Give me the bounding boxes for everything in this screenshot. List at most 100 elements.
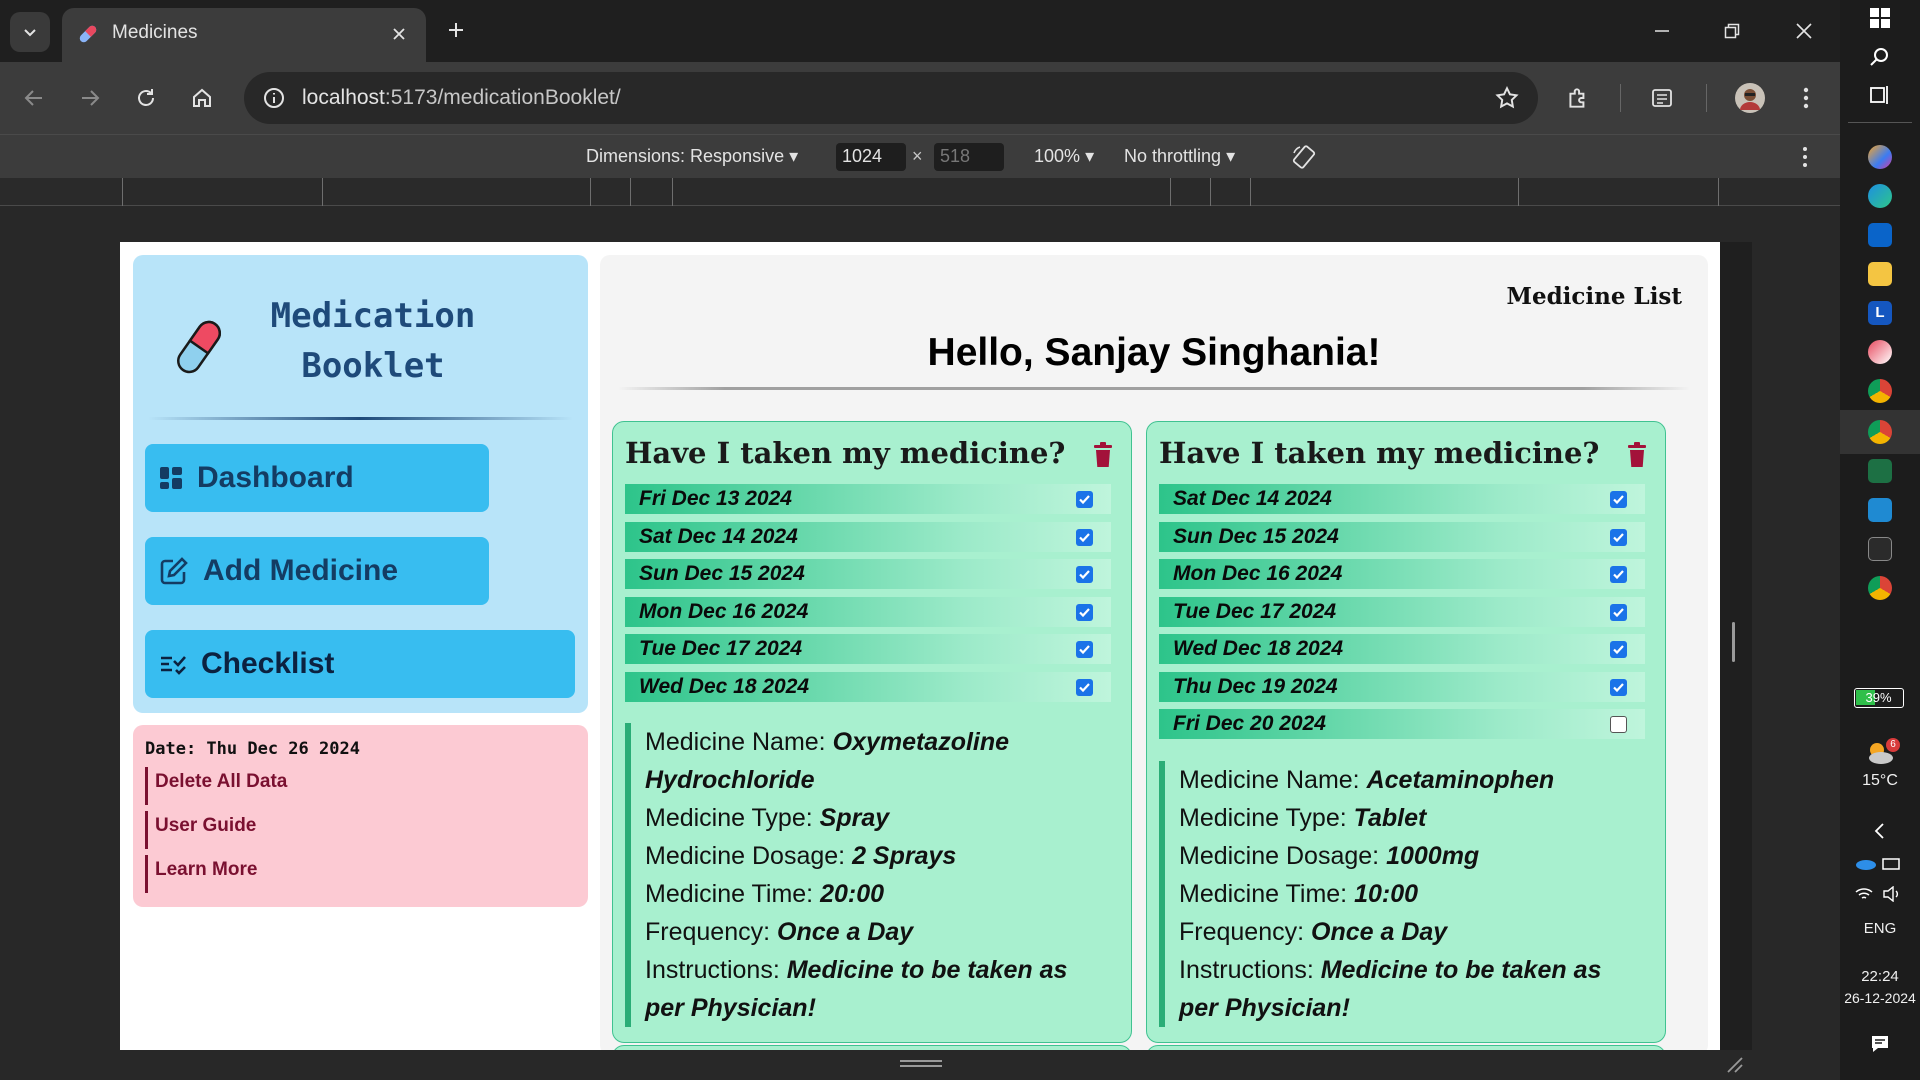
taken-checkbox[interactable] <box>1610 529 1627 546</box>
date-label: Fri Dec 20 2024 <box>1173 712 1326 735</box>
not-taken-checkbox[interactable] <box>1610 716 1627 733</box>
taken-checkbox[interactable] <box>1610 566 1627 583</box>
more-vertical-icon[interactable] <box>1802 146 1808 168</box>
tab-close-button[interactable] <box>386 21 412 47</box>
nav-dashboard-button[interactable]: Dashboard <box>145 444 489 512</box>
sidebar-panel-icon <box>1652 89 1672 107</box>
taskbar-app[interactable] <box>1840 262 1920 286</box>
corner-resize-icon[interactable] <box>1724 1054 1744 1074</box>
taken-checkbox[interactable] <box>1610 604 1627 621</box>
search-button[interactable] <box>1840 46 1920 68</box>
tab-search-button[interactable] <box>10 12 50 52</box>
window-close-button[interactable] <box>1778 12 1830 50</box>
reload-button[interactable] <box>128 80 164 116</box>
taskbar-app[interactable] <box>1840 340 1920 364</box>
taskbar-app[interactable] <box>1840 576 1920 600</box>
site-info-icon[interactable] <box>262 86 286 110</box>
learn-more-link[interactable]: Learn More <box>145 855 257 893</box>
delete-all-data-link[interactable]: Delete All Data <box>145 767 287 805</box>
date-label: Fri Dec 13 2024 <box>639 487 792 510</box>
extensions-button[interactable] <box>1560 80 1596 116</box>
clock-date[interactable]: 26-12-2024 <box>1840 990 1920 1006</box>
resize-grip <box>900 1060 942 1062</box>
new-tab-button[interactable] <box>440 14 472 46</box>
caret-down-icon: ▾ <box>1226 146 1236 166</box>
media-query-ruler[interactable] <box>0 178 1840 206</box>
home-button[interactable] <box>184 80 220 116</box>
caret-down-icon: ▾ <box>1085 146 1095 166</box>
plus-icon <box>449 23 463 37</box>
l-app-icon: L <box>1868 301 1892 325</box>
battery-indicator[interactable]: 39% <box>1854 688 1904 708</box>
dimensions-dropdown[interactable]: Dimensions: Responsive ▾ <box>586 146 798 167</box>
back-button[interactable] <box>16 80 52 116</box>
trash-icon[interactable] <box>1627 442 1647 468</box>
weather-widget[interactable] <box>1840 740 1920 766</box>
reading-list-button[interactable] <box>1644 80 1680 116</box>
trash-icon[interactable] <box>1093 442 1113 468</box>
taskbar-app[interactable] <box>1840 223 1920 247</box>
taken-checkbox[interactable] <box>1076 491 1093 508</box>
card-title: Have I taken my medicine? <box>625 436 1066 470</box>
viewport-width-input[interactable]: 1024 <box>836 143 906 171</box>
date-label: Sun Dec 15 2024 <box>639 562 805 585</box>
taken-checkbox[interactable] <box>1610 679 1627 696</box>
taken-checkbox[interactable] <box>1076 679 1093 696</box>
toolbar-divider <box>1706 84 1707 112</box>
chevron-left-icon <box>1874 823 1884 839</box>
minimize-button[interactable] <box>1636 12 1688 50</box>
medicine-list-link[interactable]: Medicine List <box>1507 283 1683 310</box>
medicine-type-line: Medicine Type: Spray <box>645 804 890 832</box>
home-icon <box>193 88 211 107</box>
clock-time[interactable]: 22:24 <box>1840 968 1920 985</box>
nav-add-medicine-button[interactable]: Add Medicine <box>145 537 489 605</box>
bookmark-star-icon[interactable] <box>1494 85 1520 111</box>
medicine-type-value: Tablet <box>1353 804 1427 832</box>
taskbar-app[interactable] <box>1840 420 1920 444</box>
greeting-heading: Hello, Sanjay Singhania! <box>927 331 1381 374</box>
wifi-icon <box>1855 888 1873 899</box>
url-text[interactable]: localhost:5173/medicationBooklet/ <box>302 86 621 110</box>
taken-checkbox[interactable] <box>1076 641 1093 658</box>
rotate-icon[interactable] <box>1290 143 1318 171</box>
browser-menu-button[interactable] <box>1788 80 1824 116</box>
taskbar-app[interactable] <box>1840 145 1920 169</box>
browser-tab[interactable]: Medicines <box>62 8 426 62</box>
taskbar-app[interactable] <box>1840 459 1920 483</box>
taken-checkbox[interactable] <box>1076 529 1093 546</box>
taken-checkbox[interactable] <box>1076 566 1093 583</box>
language-indicator[interactable]: ENG <box>1840 920 1920 937</box>
show-hidden-icons-button[interactable] <box>1840 822 1920 840</box>
avatar <box>1735 83 1765 113</box>
ruler-tick <box>122 178 123 206</box>
ruler-tick <box>1170 178 1171 206</box>
viewport-resize-handle-bottom[interactable] <box>120 1050 1752 1080</box>
weather-temp: 15°C <box>1862 772 1898 789</box>
volume-icon <box>1883 886 1898 902</box>
date-row: Wed Dec 18 2024 <box>625 672 1111 702</box>
taken-checkbox[interactable] <box>1610 641 1627 658</box>
taskbar-app[interactable] <box>1840 379 1920 403</box>
restore-button[interactable] <box>1706 12 1758 50</box>
taken-checkbox[interactable] <box>1610 491 1627 508</box>
start-button[interactable] <box>1840 8 1920 28</box>
profile-button[interactable] <box>1732 80 1768 116</box>
viewport-resize-handle-right[interactable] <box>1720 242 1752 1050</box>
date-label: Wed Dec 18 2024 <box>639 675 810 698</box>
zoom-dropdown[interactable]: 100% ▾ <box>1034 146 1094 167</box>
taskbar-divider <box>1848 122 1912 123</box>
task-view-button[interactable] <box>1840 84 1920 106</box>
taskbar-app[interactable] <box>1840 498 1920 522</box>
taken-checkbox[interactable] <box>1076 604 1093 621</box>
notifications-button[interactable] <box>1840 1034 1920 1054</box>
user-guide-link[interactable]: User Guide <box>145 811 256 849</box>
taskbar-app[interactable] <box>1840 184 1920 208</box>
system-tray[interactable] <box>1854 856 1906 904</box>
taskbar-app[interactable]: L <box>1840 301 1920 325</box>
viewport-height-input[interactable]: 518 <box>934 143 1004 171</box>
nav-checklist-button[interactable]: Checklist <box>145 630 575 698</box>
address-bar[interactable]: localhost:5173/medicationBooklet/ <box>244 72 1538 124</box>
forward-button[interactable] <box>72 80 108 116</box>
taskbar-app[interactable] <box>1840 537 1920 561</box>
throttling-dropdown[interactable]: No throttling ▾ <box>1124 146 1235 167</box>
